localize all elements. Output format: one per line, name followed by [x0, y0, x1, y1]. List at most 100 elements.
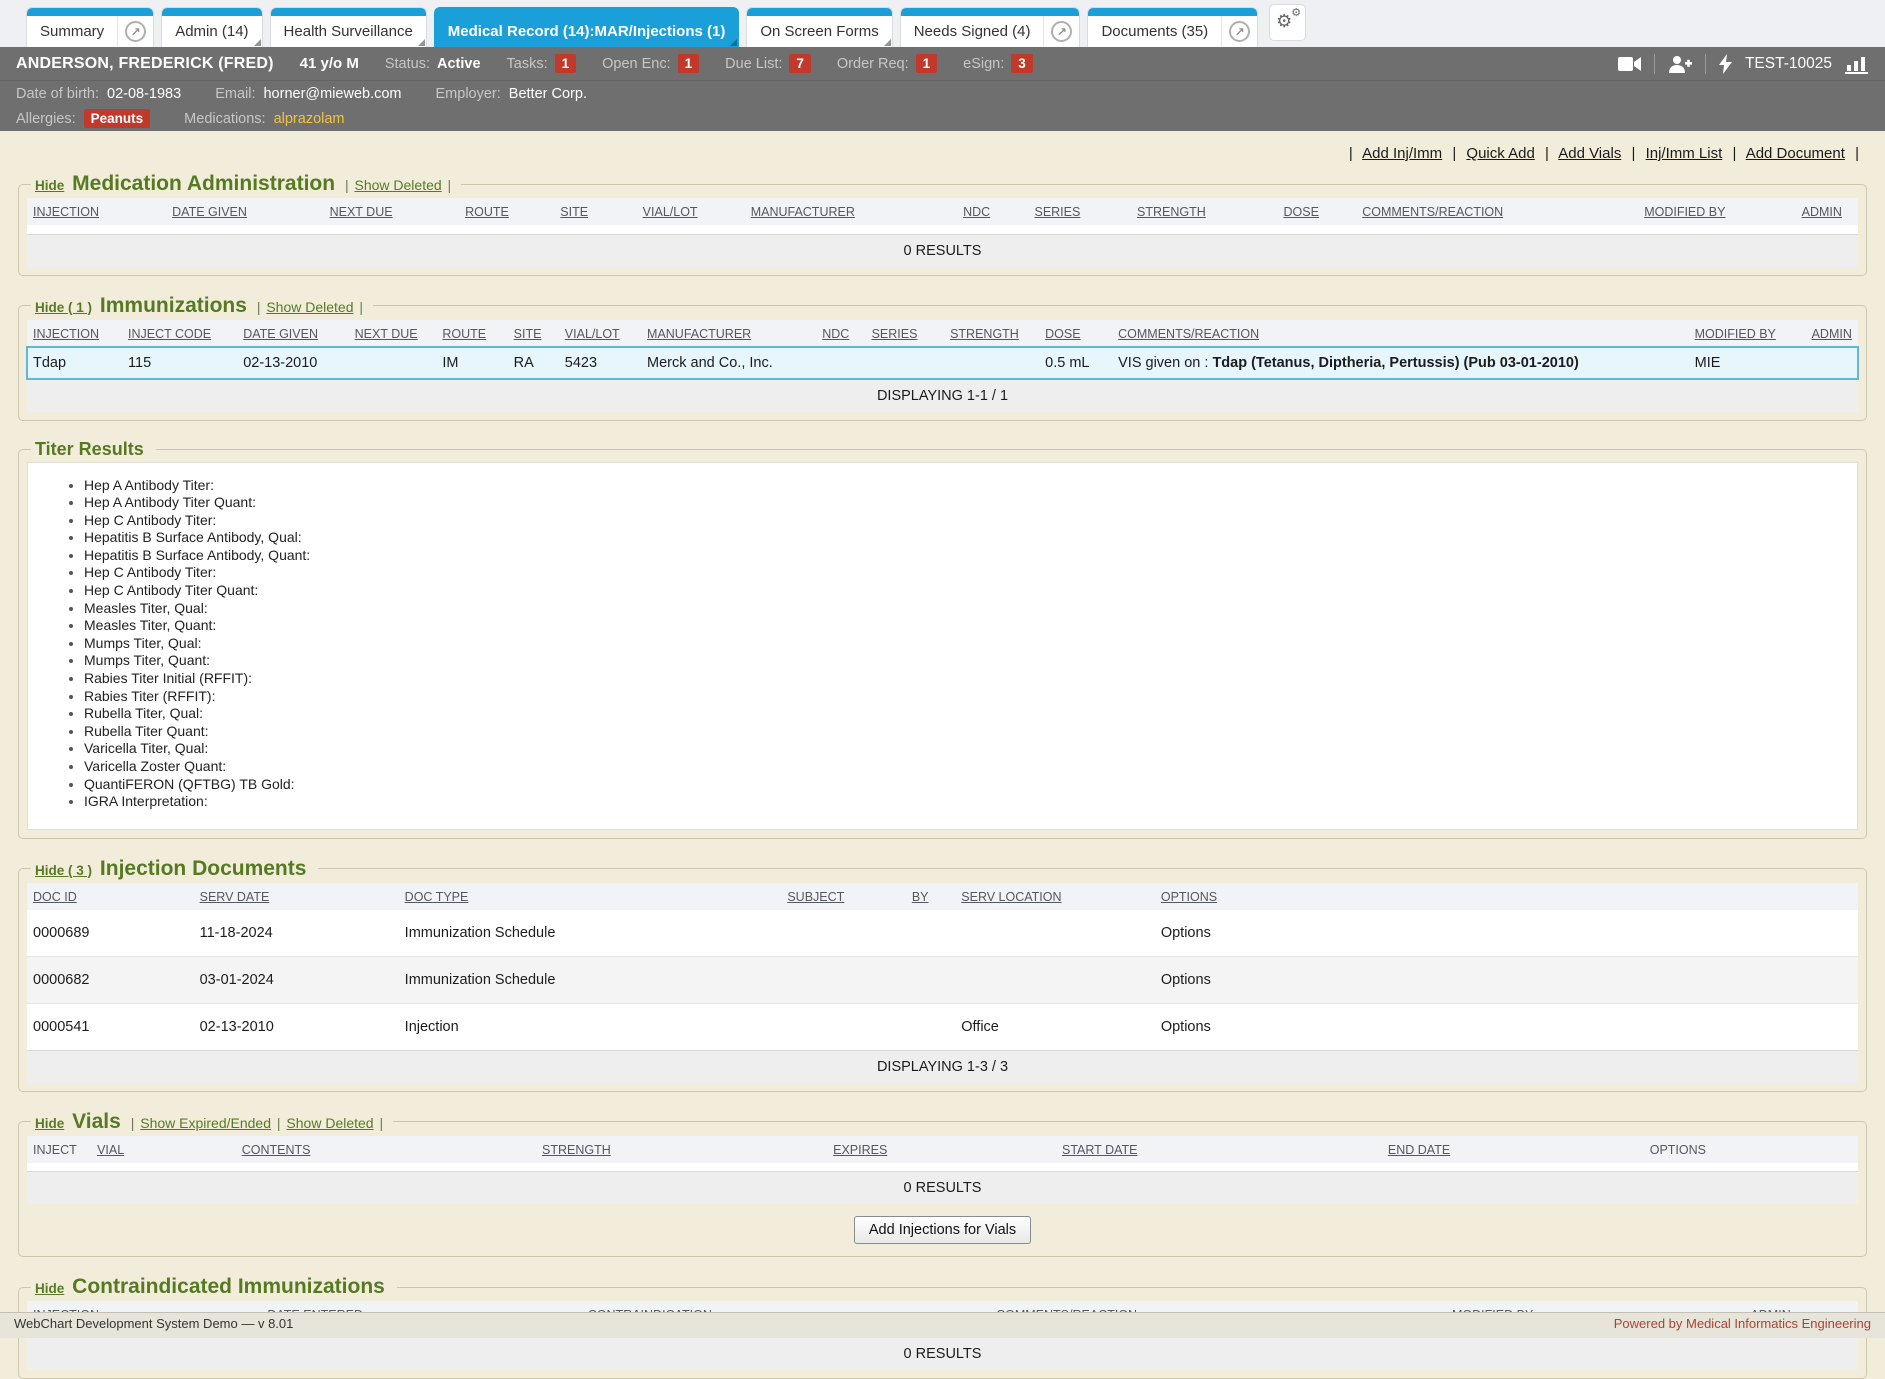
column-header[interactable]: COMMENTS/REACTION	[1112, 320, 1689, 347]
column-header[interactable]: OPTIONS	[1155, 883, 1858, 910]
tab-needs-signed[interactable]: Needs Signed (4)	[901, 16, 1044, 47]
column-header[interactable]: DATE GIVEN	[237, 320, 348, 347]
titer-item: Hepatitis B Surface Antibody, Quant:	[84, 547, 1857, 565]
column-header[interactable]: NEXT DUE	[349, 320, 437, 347]
column-header[interactable]: STRENGTH	[944, 320, 1039, 347]
column-header[interactable]: SITE	[554, 198, 636, 225]
document-row[interactable]: 0000682 03-01-2024 Immunization Schedule…	[27, 956, 1858, 1003]
add-inj-imm-link[interactable]: Add Inj/Imm	[1362, 145, 1442, 162]
column-header[interactable]: DOC ID	[27, 883, 194, 910]
column-header[interactable]: VIAL	[91, 1136, 236, 1163]
column-header[interactable]: MANUFACTURER	[745, 198, 957, 225]
column-header[interactable]: STRENGTH	[1131, 198, 1277, 225]
column-header[interactable]: INJECTION	[27, 320, 122, 347]
hide-med-admin-link[interactable]: Hide	[35, 178, 64, 193]
settings-button[interactable]: ⚙ ⚙	[1269, 4, 1306, 41]
inj-imm-list-link[interactable]: Inj/Imm List	[1646, 145, 1723, 162]
column-header[interactable]: NDC	[816, 320, 865, 347]
cell-injection[interactable]: Tdap	[27, 347, 122, 380]
column-header[interactable]: DATE GIVEN	[166, 198, 323, 225]
immunization-row-tdap[interactable]: Tdap 115 02-13-2010 IM RA 5423 Merck and…	[27, 347, 1858, 380]
hide-injection-documents-link[interactable]: Hide ( 3 )	[35, 863, 92, 878]
column-header[interactable]: CONTENTS	[236, 1136, 536, 1163]
column-header[interactable]: VIAL/LOT	[637, 198, 745, 225]
column-header[interactable]: DOSE	[1277, 198, 1356, 225]
document-row[interactable]: 0000541 02-13-2010 Injection Office Opti…	[27, 1003, 1858, 1050]
column-header[interactable]: ADMIN	[1796, 198, 1858, 225]
column-header[interactable]: MODIFIED BY	[1638, 198, 1795, 225]
show-expired-ended-link[interactable]: Show Expired/Ended	[140, 1115, 271, 1131]
column-header[interactable]: NDC	[957, 198, 1028, 225]
tab-summary[interactable]: Summary	[27, 16, 117, 47]
tab-accent-stripe	[901, 8, 1080, 16]
due-list-badge[interactable]: 7	[789, 54, 811, 73]
tab-documents[interactable]: Documents (35)	[1088, 16, 1221, 47]
column-header[interactable]: SUBJECT	[781, 883, 906, 910]
hide-immunizations-link[interactable]: Hide ( 1 )	[35, 300, 92, 315]
column-header[interactable]: ROUTE	[436, 320, 507, 347]
allergy-badge[interactable]: Peanuts	[84, 109, 151, 128]
cell-doc-id[interactable]: 0000682	[27, 956, 194, 1003]
medication-value[interactable]: alprazolam	[274, 111, 345, 127]
cell-doc-id[interactable]: 0000541	[27, 1003, 194, 1050]
show-deleted-link[interactable]: Show Deleted	[286, 1115, 373, 1131]
column-header[interactable]: SERV LOCATION	[955, 883, 1155, 910]
column-header[interactable]: INJECT CODE	[122, 320, 237, 347]
tab-summary-popout-button[interactable]: ↗	[117, 16, 153, 47]
open-enc-counter[interactable]: Open Enc: 1	[602, 54, 699, 73]
options-link[interactable]: Options	[1161, 972, 1211, 988]
tab-documents-popout-button[interactable]: ↗	[1221, 16, 1257, 47]
esign-badge[interactable]: 3	[1011, 54, 1033, 73]
displaying-row: DISPLAYING 1-3 / 3	[27, 1050, 1858, 1083]
add-document-link[interactable]: Add Document	[1746, 145, 1845, 162]
column-header[interactable]: MANUFACTURER	[641, 320, 816, 347]
show-deleted-link[interactable]: Show Deleted	[354, 177, 441, 193]
column-header[interactable]: DOSE	[1039, 320, 1112, 347]
column-header[interactable]: ROUTE	[459, 198, 554, 225]
bar-chart-icon[interactable]	[1845, 54, 1869, 74]
document-row[interactable]: 0000689 11-18-2024 Immunization Schedule…	[27, 910, 1858, 957]
column-header[interactable]: SERIES	[1028, 198, 1131, 225]
quick-add-link[interactable]: Quick Add	[1466, 145, 1534, 162]
tab-admin[interactable]: Admin (14)	[162, 16, 261, 47]
column-header[interactable]: START DATE	[1056, 1136, 1382, 1163]
add-vials-link[interactable]: Add Vials	[1558, 145, 1621, 162]
order-req-badge[interactable]: 1	[916, 54, 938, 73]
esign-counter[interactable]: eSign: 3	[963, 54, 1033, 73]
column-header[interactable]: SERV DATE	[194, 883, 399, 910]
add-person-icon[interactable]	[1668, 55, 1692, 73]
add-injections-for-vials-button[interactable]: Add Injections for Vials	[854, 1216, 1031, 1244]
hide-contraindicated-link[interactable]: Hide	[35, 1281, 64, 1296]
options-link[interactable]: Options	[1161, 925, 1211, 941]
tasks-badge[interactable]: 1	[555, 54, 577, 73]
video-camera-icon[interactable]	[1618, 56, 1641, 72]
tab-medical-record-active[interactable]: Medical Record (14):MAR/Injections (1)	[435, 16, 739, 47]
column-header[interactable]: SITE	[508, 320, 559, 347]
tab-on-screen-forms[interactable]: On Screen Forms	[747, 16, 891, 47]
column-header[interactable]: COMMENTS/REACTION	[1356, 198, 1638, 225]
due-list-counter[interactable]: Due List: 7	[725, 54, 811, 73]
column-header[interactable]: END DATE	[1382, 1136, 1644, 1163]
tasks-counter[interactable]: Tasks: 1	[507, 54, 577, 73]
column-header[interactable]: INJECTION	[27, 198, 166, 225]
column-header[interactable]: MODIFIED BY	[1689, 320, 1806, 347]
column-header[interactable]: BY	[906, 883, 955, 910]
column-header[interactable]: DOC TYPE	[399, 883, 782, 910]
titer-results-panel: Hep A Antibody Titer: Hep A Antibody Tit…	[27, 462, 1858, 830]
options-link[interactable]: Options	[1161, 1019, 1211, 1035]
order-req-counter[interactable]: Order Req: 1	[837, 54, 937, 73]
open-enc-badge[interactable]: 1	[678, 54, 700, 73]
column-header[interactable]: VIAL/LOT	[559, 320, 641, 347]
hide-vials-link[interactable]: Hide	[35, 1116, 64, 1131]
column-header[interactable]: NEXT DUE	[324, 198, 459, 225]
show-deleted-link[interactable]: Show Deleted	[266, 299, 353, 315]
column-header[interactable]: EXPIRES	[827, 1136, 1056, 1163]
lightning-icon[interactable]	[1719, 54, 1732, 74]
cell-doc-id[interactable]: 0000689	[27, 910, 194, 957]
tab-health-surveillance[interactable]: Health Surveillance	[271, 16, 426, 47]
column-header[interactable]: SERIES	[866, 320, 945, 347]
column-header[interactable]: ADMIN	[1806, 320, 1858, 347]
tab-needs-signed-popout-button[interactable]: ↗	[1043, 16, 1079, 47]
column-header[interactable]: STRENGTH	[536, 1136, 827, 1163]
popout-icon: ↗	[125, 21, 146, 42]
